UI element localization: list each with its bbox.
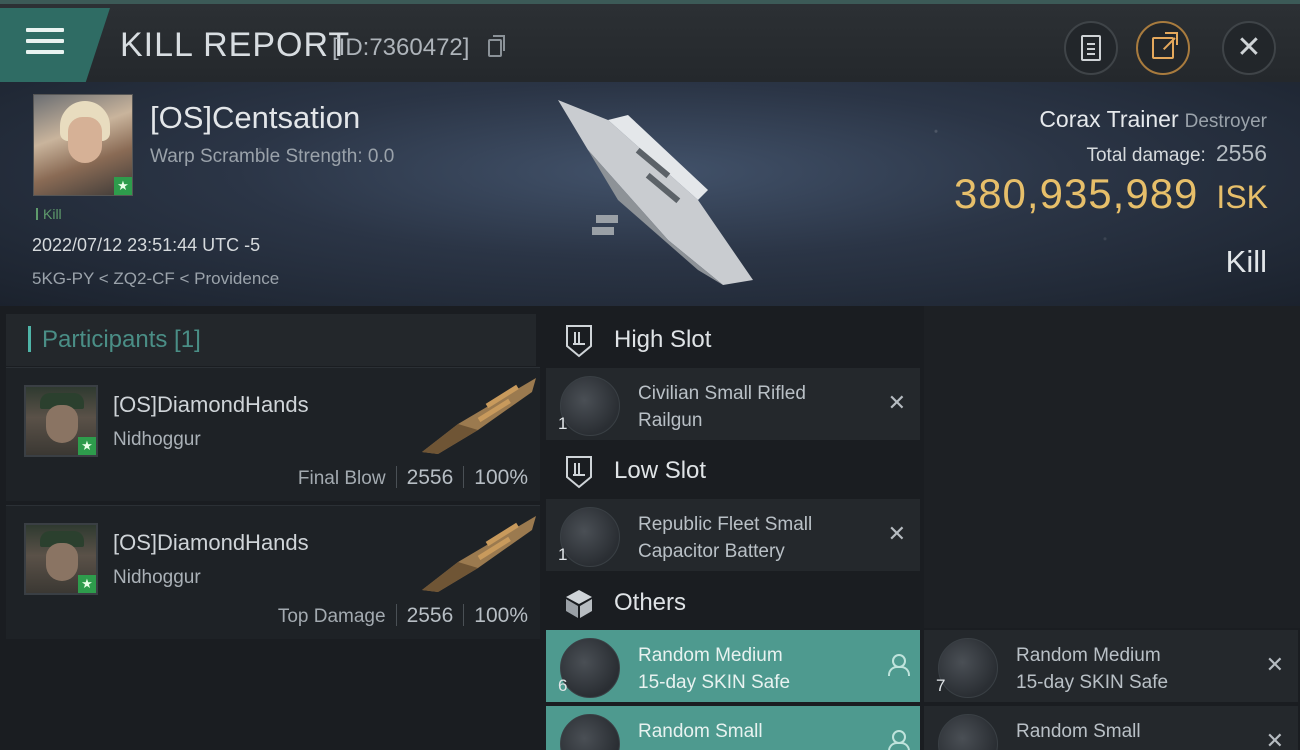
participant-name: [OS]DiamondHands <box>113 392 309 417</box>
participant-row[interactable]: ★ [OS]DiamondHands Nidhoggur Final Blow 2… <box>6 367 540 501</box>
item-quantity: 6 <box>558 676 568 695</box>
others-title: Others <box>614 589 687 616</box>
item-card[interactable]: Random Small ✕ <box>924 706 1298 750</box>
skin-safe-icon <box>938 638 998 698</box>
ship-class: Destroyer <box>1184 111 1267 132</box>
total-damage: Total damage: 2556 <box>1086 140 1267 167</box>
high-slot-header: High Slot <box>548 312 920 368</box>
kill-tag: Kill <box>36 206 62 222</box>
item-name: Republic Fleet Small Capacitor Battery <box>638 514 813 562</box>
skin-safe-icon <box>560 714 620 750</box>
hamburger-menu-icon[interactable] <box>0 8 110 82</box>
participant-avatar: ★ <box>24 385 98 457</box>
total-damage-label: Total damage: <box>1086 145 1206 166</box>
kill-result: Kill <box>1225 244 1267 279</box>
item-card[interactable]: Random Small <box>546 706 920 750</box>
participant-ship-image <box>422 378 536 454</box>
clipboard-icon <box>1081 35 1101 61</box>
isk-value: 380,935,989 ISK <box>954 170 1268 218</box>
item-name: Random Small <box>1016 721 1141 742</box>
item-quantity: 7 <box>936 676 946 695</box>
item-name: Random Medium 15-day SKIN Safe <box>638 645 791 693</box>
skin-safe-icon <box>560 638 620 698</box>
corp-star-icon: ★ <box>78 575 96 593</box>
share-button[interactable] <box>1136 21 1190 75</box>
dropped-person-icon <box>888 654 910 676</box>
isk-amount: 380,935,989 <box>953 170 1199 217</box>
title-bar: KILL REPORT [ID:7360472] ✕ <box>0 0 1300 82</box>
participant-ship: Nidhoggur <box>113 429 201 450</box>
capacitor-battery-icon <box>560 507 620 567</box>
participant-damage: 2556 <box>406 466 454 489</box>
warp-scramble-strength: Warp Scramble Strength: 0.0 <box>150 146 395 167</box>
skin-safe-icon <box>938 714 998 750</box>
destroyed-icon: ✕ <box>1265 728 1284 750</box>
victim-name[interactable]: [OS]Centsation <box>150 100 360 136</box>
total-damage-value: 2556 <box>1215 140 1267 166</box>
others-header: Others <box>548 575 920 631</box>
destroyed-icon: ✕ <box>887 521 906 546</box>
copy-id-icon[interactable] <box>488 35 505 57</box>
page-title: KILL REPORT <box>120 26 351 64</box>
participant-ship-image <box>422 516 536 592</box>
participants-title: Participants [1] <box>42 326 201 353</box>
isk-unit: ISK <box>1216 179 1268 215</box>
participant-percent: 100% <box>474 604 528 627</box>
victim-ship: Corax Trainer Destroyer <box>1039 106 1267 133</box>
participant-name: [OS]DiamondHands <box>113 530 309 555</box>
participant-avatar: ★ <box>24 523 98 595</box>
participant-role: Final Blow <box>297 468 386 489</box>
close-icon: ✕ <box>1236 31 1262 64</box>
railgun-icon <box>560 376 620 436</box>
item-card[interactable]: 6 Random Medium 15-day SKIN Safe <box>546 630 920 702</box>
participant-damage: 2556 <box>406 604 454 627</box>
item-name: Random Small <box>638 721 763 742</box>
participant-stats: Final Blow 2556 100% <box>298 466 528 490</box>
destroyed-icon: ✕ <box>887 390 906 415</box>
empty-panel <box>924 306 1300 628</box>
dropped-person-icon <box>888 730 910 750</box>
item-card[interactable]: 7 Random Medium 15-day SKIN Safe ✕ <box>924 630 1298 702</box>
participants-header: Participants [1] <box>6 314 536 366</box>
participant-ship: Nidhoggur <box>113 567 201 588</box>
low-slot-header: Low Slot <box>548 443 920 499</box>
participant-stats: Top Damage 2556 100% <box>278 604 528 628</box>
item-name: Random Medium 15-day SKIN Safe <box>1016 645 1169 693</box>
low-slot-title: Low Slot <box>614 457 707 484</box>
victim-avatar[interactable]: ★ <box>33 94 133 196</box>
clipboard-button[interactable] <box>1064 21 1118 75</box>
participant-percent: 100% <box>474 466 528 489</box>
cube-icon <box>566 590 592 618</box>
kill-location[interactable]: 5KG-PY < ZQ2-CF < Providence <box>32 269 279 289</box>
victim-ship-image <box>558 100 753 285</box>
participant-row[interactable]: ★ [OS]DiamondHands Nidhoggur Top Damage 2… <box>6 505 540 639</box>
report-id: [ID:7360472] <box>332 34 470 61</box>
share-export-icon <box>1152 32 1178 59</box>
participant-role: Top Damage <box>277 606 386 627</box>
item-quantity: 1 <box>558 545 568 564</box>
high-slot-title: High Slot <box>614 326 712 353</box>
kill-timestamp: 2022/07/12 23:51:44 UTC -5 <box>32 235 261 255</box>
victim-banner: ★ [OS]Centsation Warp Scramble Strength:… <box>0 82 1300 306</box>
item-card[interactable]: 1 Republic Fleet Small Capacitor Battery … <box>546 499 920 571</box>
high-slot-icon <box>566 325 592 358</box>
item-card[interactable]: 1 Civilian Small Rifled Railgun ✕ <box>546 368 920 440</box>
low-slot-icon <box>566 456 592 489</box>
destroyed-icon: ✕ <box>1265 652 1284 677</box>
item-quantity: 1 <box>558 414 568 433</box>
corp-star-icon: ★ <box>78 437 96 455</box>
corp-star-icon: ★ <box>114 177 132 195</box>
ship-name: Corax Trainer <box>1039 106 1179 132</box>
item-name: Civilian Small Rifled Railgun <box>638 383 806 431</box>
close-button[interactable]: ✕ <box>1222 21 1276 75</box>
